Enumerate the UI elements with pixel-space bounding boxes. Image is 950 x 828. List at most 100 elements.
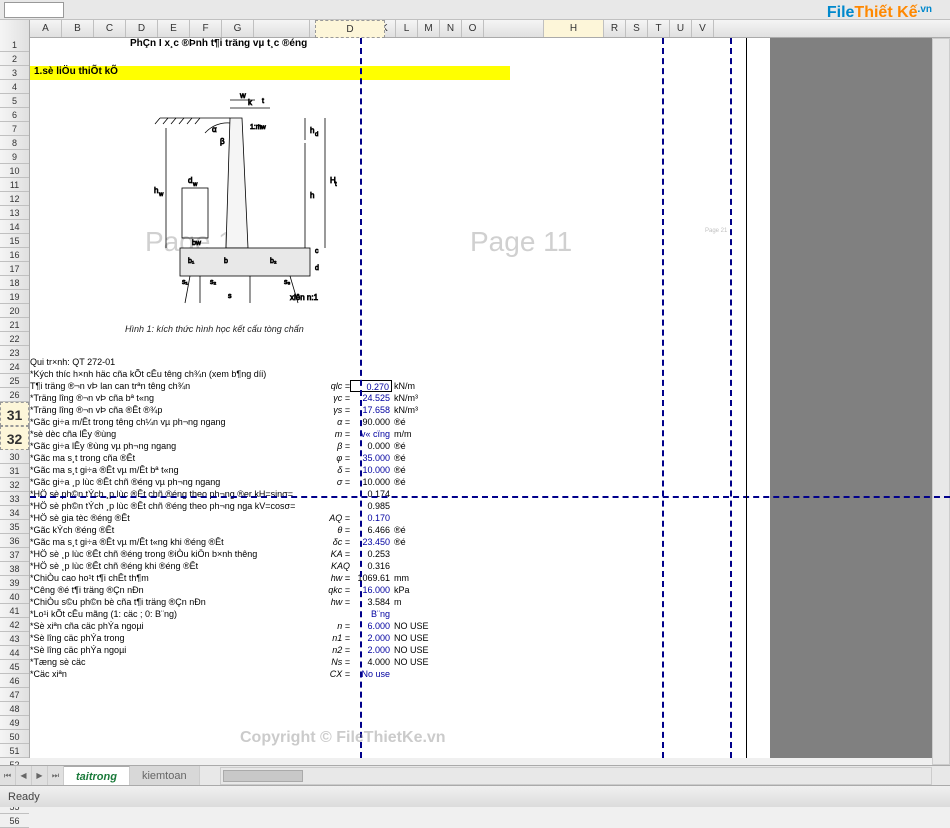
row-header[interactable]: 13 (0, 206, 29, 220)
row-header[interactable]: 34 (0, 506, 29, 520)
row-header[interactable]: 40 (0, 590, 29, 604)
col-header[interactable]: T (648, 20, 670, 37)
horizontal-scrollbar[interactable] (220, 767, 932, 785)
data-row[interactable]: *Gãc gi÷a m/Êt trong t­êng ch¼n vµ ph­¬n… (30, 416, 730, 428)
row-header[interactable]: 19 (0, 290, 29, 304)
col-header[interactable]: S (626, 20, 648, 37)
row-header[interactable]: 42 (0, 618, 29, 632)
sheet-tab-taitrong[interactable]: taitrong (64, 766, 130, 785)
data-row[interactable]: *HÖ sè ¸p lùc ®Êt chñ ®éng khi ®éng ®ÊtK… (30, 560, 730, 572)
row-header[interactable]: 33 (0, 492, 29, 506)
row-header[interactable]: 56 (0, 814, 29, 828)
row-header[interactable]: 17 (0, 262, 29, 276)
row-header[interactable]: 23 (0, 346, 29, 360)
scrollbar-thumb[interactable] (223, 770, 303, 782)
row-header[interactable]: 14 (0, 220, 29, 234)
row-header[interactable]: 15 (0, 234, 29, 248)
row-header[interactable]: 38 (0, 562, 29, 576)
col-header[interactable]: B (62, 20, 94, 37)
row-header[interactable]: 36 (0, 534, 29, 548)
row-header[interactable]: 1 (0, 38, 29, 52)
row-header[interactable]: 4 (0, 80, 29, 94)
row-header[interactable]: 48 (0, 702, 29, 716)
data-row[interactable]: *HÖ sè gia tèc ®éng ®ÊtAQ =0.170 (30, 512, 730, 524)
row-header[interactable]: 37 (0, 548, 29, 562)
sheet-tab-kiemtoan[interactable]: kiemtoan (130, 766, 200, 785)
row-header[interactable]: 32 (0, 478, 29, 492)
row-header[interactable]: 45 (0, 660, 29, 674)
data-row[interactable]: *sè dèc cña lÊy ®ùngm =v« cïngm/m (30, 428, 730, 440)
row-header[interactable]: 43 (0, 632, 29, 646)
data-row[interactable]: *HÖ sè ph©n tÝch ¸p lùc ®Êt chñ ®éng the… (30, 488, 730, 500)
data-row[interactable]: *Gãc gi÷a lÊy ®ùng vµ ph­¬ng ngangβ =0.0… (30, 440, 730, 452)
select-all-corner[interactable] (0, 20, 30, 38)
row-header[interactable]: 21 (0, 318, 29, 332)
data-row[interactable]: *HÖ sè ph©n tÝch ¸p lùc ®Êt chñ ®éng the… (30, 500, 730, 512)
row-header[interactable]: 3 (0, 66, 29, 80)
data-row[interactable]: *Sè l­îng cäc phÝa trongn1 =2.000NO USE (30, 632, 730, 644)
spreadsheet-grid[interactable]: Page 1 Page 11 Page 21 PhÇn I x¸c ®Þnh t… (30, 38, 950, 758)
data-row[interactable]: *Gãc gi÷a ¸p lùc ®Êt chñ ®éng vµ ph­¬ng … (30, 476, 730, 488)
col-header[interactable] (254, 20, 310, 37)
row-header[interactable]: 11 (0, 178, 29, 192)
tab-nav-next[interactable]: ▶ (32, 766, 48, 785)
tab-nav-first[interactable]: ⏮ (0, 766, 16, 785)
data-row[interactable]: *ChiÒu cao ho¹t t¶i chÊt th¶mhw =1069.61… (30, 572, 730, 584)
row-header[interactable]: 10 (0, 164, 29, 178)
col-header[interactable]: A (30, 20, 62, 37)
row-header[interactable]: 18 (0, 276, 29, 290)
vertical-scrollbar[interactable] (932, 38, 950, 765)
data-row[interactable]: *Gãc ma s¸t gi÷a ®Êt vµ m/Êt t«ng khi ®é… (30, 536, 730, 548)
data-row[interactable]: *Gãc ma s¸t trong cña ®Êtφ =35.000®é (30, 452, 730, 464)
data-row[interactable]: *Träng l­îng ®¬n vÞ cña ®Êt ®¾pγs =17.65… (30, 404, 730, 416)
data-row[interactable]: *Gãc ma s¸t gi÷a ®Êt vµ m/Êt bª t«ngδ =1… (30, 464, 730, 476)
row-header[interactable]: 26 (0, 388, 29, 402)
col-header[interactable] (484, 20, 544, 37)
row-header[interactable]: 35 (0, 520, 29, 534)
col-header-drag-indicator[interactable]: D (315, 20, 385, 38)
row-header[interactable]: 50 (0, 730, 29, 744)
row-header[interactable]: 30 (0, 450, 29, 464)
row-header-break[interactable]: 32 (0, 426, 29, 450)
column-headers[interactable]: A B C D E F G J K L M N O H R S T U V D (0, 20, 950, 38)
col-header[interactable]: U (670, 20, 692, 37)
data-row[interactable]: T¶i träng ®¬n vÞ lan can trªn t­êng ch¾n… (30, 380, 730, 392)
col-header[interactable]: O (462, 20, 484, 37)
row-header[interactable]: 44 (0, 646, 29, 660)
data-row[interactable]: *HÖ sè ¸p lùc ®Êt chñ ®éng trong ®iÒu ki… (30, 548, 730, 560)
row-header[interactable]: 7 (0, 122, 29, 136)
col-header[interactable]: M (418, 20, 440, 37)
data-row[interactable]: *Gãc kÝch ®éng ®Êtθ =6.466®é (30, 524, 730, 536)
row-header[interactable]: 9 (0, 150, 29, 164)
data-row[interactable]: *C­êng ®é t¶i träng ®Çn nÐnqkc =16.000kP… (30, 584, 730, 596)
col-header-highlighted[interactable]: H (544, 20, 604, 37)
data-row[interactable]: *Träng l­îng ®¬n vÞ cña bª t«ngγc =24.52… (30, 392, 730, 404)
row-header[interactable]: 31 (0, 464, 29, 478)
row-header[interactable]: 22 (0, 332, 29, 346)
data-row[interactable]: *Sè l­îng cäc phÝa ngoµin2 =2.000NO USE (30, 644, 730, 656)
row-header[interactable]: 46 (0, 674, 29, 688)
col-header[interactable]: V (692, 20, 714, 37)
data-row[interactable]: Qui tr×nh: QT 272-01 (30, 356, 730, 368)
col-header[interactable]: G (222, 20, 254, 37)
row-header[interactable]: 20 (0, 304, 29, 318)
col-header[interactable]: L (396, 20, 418, 37)
name-box[interactable] (4, 2, 64, 18)
row-header[interactable]: 51 (0, 744, 29, 758)
row-header[interactable]: 24 (0, 360, 29, 374)
tab-nav-last[interactable]: ⏭ (48, 766, 64, 785)
row-header-break[interactable]: 31 (0, 402, 29, 426)
row-header[interactable]: 47 (0, 688, 29, 702)
col-header[interactable]: F (190, 20, 222, 37)
row-header[interactable]: 41 (0, 604, 29, 618)
row-header[interactable]: 39 (0, 576, 29, 590)
row-header[interactable]: 12 (0, 192, 29, 206)
row-header[interactable]: 25 (0, 374, 29, 388)
row-header[interactable]: 5 (0, 94, 29, 108)
data-row[interactable]: *Cäc xiªnCX =No use (30, 668, 730, 680)
col-header[interactable]: D (126, 20, 158, 37)
data-row[interactable]: *ChiÒu s©u ph©n bè cña t¶i träng ®Çn nÐn… (30, 596, 730, 608)
row-header[interactable]: 16 (0, 248, 29, 262)
data-row[interactable]: *Kých thíc h×nh häc cña kÕt cÊu t­êng ch… (30, 368, 730, 380)
data-row[interactable]: *Lo¹i kÕt cÊu mãng (1: cäc ; 0: B¨ng)B¨n… (30, 608, 730, 620)
